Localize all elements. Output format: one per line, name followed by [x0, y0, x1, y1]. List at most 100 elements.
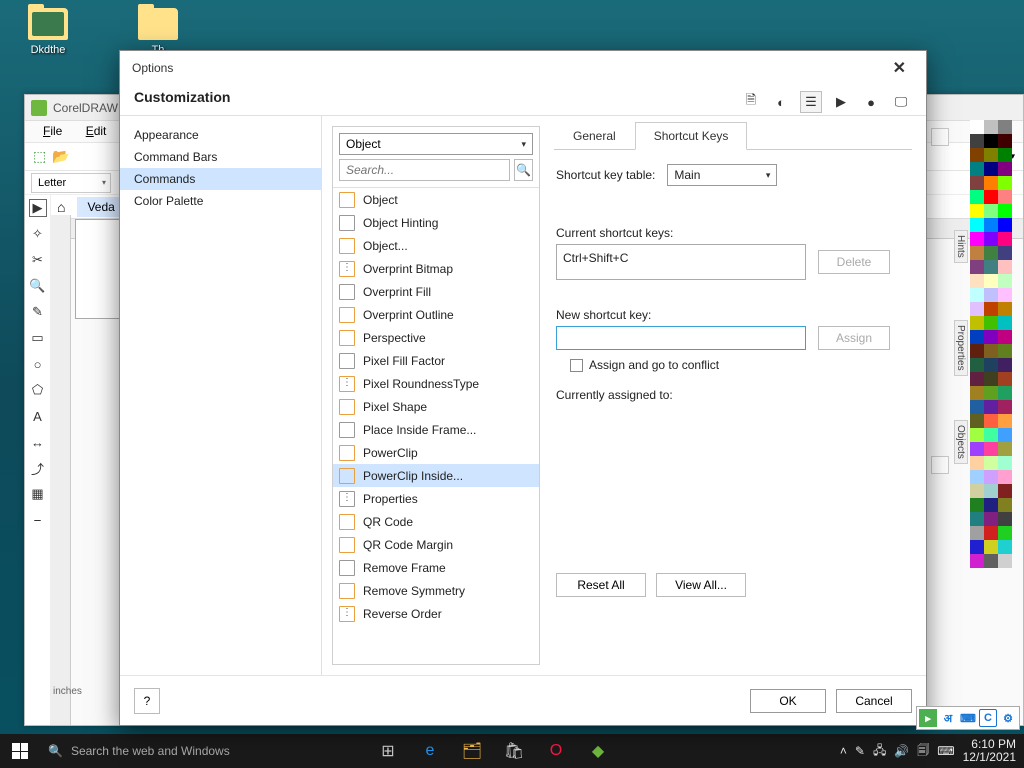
- color-swatch[interactable]: [984, 386, 998, 400]
- nav-item-commands[interactable]: Commands: [120, 168, 321, 190]
- connector-tool-icon[interactable]: ⤴: [29, 459, 47, 477]
- command-item[interactable]: PowerClip: [333, 441, 539, 464]
- new-doc-icon[interactable]: ⬚: [33, 148, 46, 165]
- taskbar-search[interactable]: 🔍 Search the web and Windows: [40, 734, 360, 768]
- color-swatch[interactable]: [970, 484, 984, 498]
- command-category-dropdown[interactable]: Object: [339, 133, 533, 155]
- color-swatch[interactable]: [970, 498, 984, 512]
- command-item[interactable]: Remove Frame: [333, 556, 539, 579]
- ok-button[interactable]: OK: [750, 689, 826, 713]
- command-item[interactable]: Place Inside Frame...: [333, 418, 539, 441]
- panel-toggle-icon[interactable]: [931, 128, 949, 146]
- command-item[interactable]: Pixel RoundnessType: [333, 372, 539, 395]
- color-swatch[interactable]: [970, 246, 984, 260]
- color-swatch[interactable]: [984, 540, 998, 554]
- help-button[interactable]: ?: [134, 688, 160, 714]
- color-swatch[interactable]: [984, 372, 998, 386]
- color-swatch[interactable]: [970, 456, 984, 470]
- dialog-close-button[interactable]: ✕: [885, 54, 914, 82]
- color-swatch[interactable]: [998, 358, 1012, 372]
- color-swatch[interactable]: [998, 330, 1012, 344]
- color-swatch[interactable]: [970, 232, 984, 246]
- color-swatch[interactable]: [970, 134, 984, 148]
- document-scope-icon[interactable]: 🗎: [740, 91, 762, 113]
- shape-tool-icon[interactable]: ✧: [29, 225, 47, 243]
- color-swatch[interactable]: [998, 456, 1012, 470]
- tray-up-icon[interactable]: ˄: [840, 744, 847, 758]
- color-swatch[interactable]: [984, 288, 998, 302]
- command-item[interactable]: Remove Symmetry: [333, 579, 539, 602]
- crop-tool-icon[interactable]: ✂: [29, 251, 47, 269]
- desktop-icon-th[interactable]: Th: [128, 8, 188, 56]
- command-item[interactable]: Reverse Order: [333, 602, 539, 625]
- color-swatch[interactable]: [998, 246, 1012, 260]
- nav-item-command-bars[interactable]: Command Bars: [120, 146, 321, 168]
- tab-general[interactable]: General: [554, 122, 635, 149]
- color-swatch[interactable]: [998, 540, 1012, 554]
- color-swatch[interactable]: [984, 442, 998, 456]
- color-swatch[interactable]: [984, 456, 998, 470]
- color-swatch[interactable]: [970, 540, 984, 554]
- home-icon[interactable]: ⌂: [57, 199, 65, 215]
- color-swatch[interactable]: [998, 526, 1012, 540]
- pointer-icon[interactable]: ▶: [830, 91, 852, 113]
- reset-all-button[interactable]: Reset All: [556, 573, 646, 597]
- command-item[interactable]: Object...: [333, 234, 539, 257]
- opera-icon[interactable]: O: [536, 734, 576, 768]
- color-swatch[interactable]: [998, 218, 1012, 232]
- edge-icon[interactable]: e: [410, 734, 450, 768]
- color-swatch[interactable]: [970, 414, 984, 428]
- color-swatch[interactable]: [998, 414, 1012, 428]
- cancel-button[interactable]: Cancel: [836, 689, 912, 713]
- menu-file[interactable]: FFileile: [33, 121, 72, 141]
- color-swatch[interactable]: [970, 386, 984, 400]
- color-swatch[interactable]: [984, 232, 998, 246]
- color-swatch[interactable]: [970, 204, 984, 218]
- color-swatch[interactable]: [998, 400, 1012, 414]
- color-swatch[interactable]: [984, 190, 998, 204]
- color-swatch[interactable]: [984, 470, 998, 484]
- keyboard-icon[interactable]: ⌨: [959, 709, 977, 727]
- command-search-input[interactable]: [339, 159, 510, 181]
- rectangle-tool-icon[interactable]: ▭: [29, 329, 47, 347]
- color-swatch[interactable]: [984, 358, 998, 372]
- color-swatch[interactable]: [970, 442, 984, 456]
- command-item[interactable]: QR Code Margin: [333, 533, 539, 556]
- color-swatch[interactable]: [970, 148, 984, 162]
- color-swatch[interactable]: [998, 162, 1012, 176]
- zoom-tool-icon[interactable]: 🔍: [29, 277, 47, 295]
- command-item[interactable]: Overprint Outline: [333, 303, 539, 326]
- color-swatch[interactable]: [998, 512, 1012, 526]
- color-swatch[interactable]: [998, 316, 1012, 330]
- tab-shortcut-keys[interactable]: Shortcut Keys: [635, 122, 748, 150]
- color-swatch[interactable]: [984, 316, 998, 330]
- volume-icon[interactable]: 🔊: [894, 744, 909, 758]
- customization-scope-icon[interactable]: ☰: [800, 91, 822, 113]
- color-swatch[interactable]: [970, 330, 984, 344]
- color-swatch[interactable]: [970, 400, 984, 414]
- color-swatch[interactable]: [984, 148, 998, 162]
- color-swatch[interactable]: [984, 330, 998, 344]
- lang-hindi-icon[interactable]: अ: [939, 709, 957, 727]
- text-tool-icon[interactable]: A: [29, 407, 47, 425]
- color-swatch[interactable]: [998, 274, 1012, 288]
- command-item[interactable]: Pixel Shape: [333, 395, 539, 418]
- color-swatch[interactable]: [998, 148, 1012, 162]
- color-swatch[interactable]: [970, 554, 984, 568]
- color-swatch[interactable]: [970, 316, 984, 330]
- coreldraw-icon[interactable]: ◆: [578, 734, 618, 768]
- color-swatch[interactable]: [984, 162, 998, 176]
- color-swatch[interactable]: [984, 512, 998, 526]
- color-swatch[interactable]: [998, 386, 1012, 400]
- color-swatch[interactable]: [998, 288, 1012, 302]
- command-item[interactable]: QR Code: [333, 510, 539, 533]
- ime-icon[interactable]: ▸: [919, 709, 937, 727]
- color-swatch[interactable]: [984, 344, 998, 358]
- task-view-icon[interactable]: ⊞: [368, 734, 408, 768]
- network-icon[interactable]: 🖧: [873, 741, 886, 762]
- color-swatch[interactable]: [984, 176, 998, 190]
- desktop-icon-dkdthe[interactable]: Dkdthe: [18, 8, 78, 56]
- ellipse-tool-icon[interactable]: ○: [29, 355, 47, 373]
- taskbar-clock[interactable]: 6:10 PM 12/1/2021: [963, 738, 1016, 764]
- color-swatch[interactable]: [998, 442, 1012, 456]
